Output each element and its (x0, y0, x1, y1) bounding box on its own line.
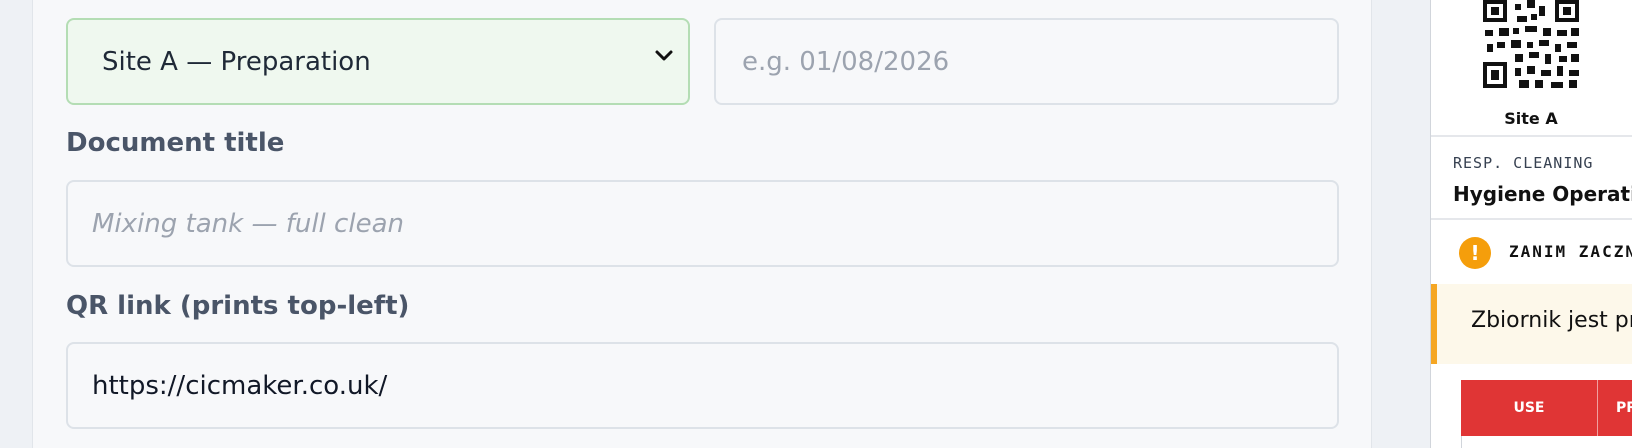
divider (1431, 135, 1632, 137)
responsibility-value: Hygiene Operative (1453, 182, 1632, 206)
site-select-value: Site A — Preparation (102, 46, 371, 77)
document-title-input[interactable]: Mixing tank — full clean (66, 180, 1339, 267)
qr-code-icon (1483, 0, 1579, 88)
warning-heading: ZANIM ZACZNI (1509, 242, 1632, 261)
table-header-use: USE (1461, 380, 1598, 436)
site-select[interactable]: Site A — Preparation (66, 18, 690, 105)
document-preview: Site A RESP. CLEANING Hygiene Operative … (1430, 0, 1632, 448)
qr-link-value: https://cicmaker.co.uk/ (92, 370, 388, 401)
qr-link-label: QR link (prints top-left) (66, 291, 410, 321)
note-box: Zbiornik jest prz (1431, 284, 1632, 364)
date-input[interactable]: e.g. 01/08/2026 (714, 18, 1339, 105)
qr-link-input[interactable]: https://cicmaker.co.uk/ (66, 342, 1339, 429)
date-input-placeholder: e.g. 01/08/2026 (742, 46, 950, 77)
note-text: Zbiornik jest prz (1471, 308, 1632, 333)
chevron-down-icon (655, 50, 673, 61)
table-header-row: USE PR (1461, 380, 1632, 436)
responsibility-label: RESP. CLEANING (1453, 154, 1594, 172)
table-header-pr: PR (1598, 380, 1632, 436)
exclamation-icon: ! (1459, 237, 1491, 269)
divider (1431, 218, 1632, 220)
qr-caption: Site A (1504, 109, 1558, 128)
document-title-label: Document title (66, 128, 285, 158)
document-title-placeholder: Mixing tank — full clean (92, 208, 404, 239)
table-body (1461, 436, 1632, 448)
